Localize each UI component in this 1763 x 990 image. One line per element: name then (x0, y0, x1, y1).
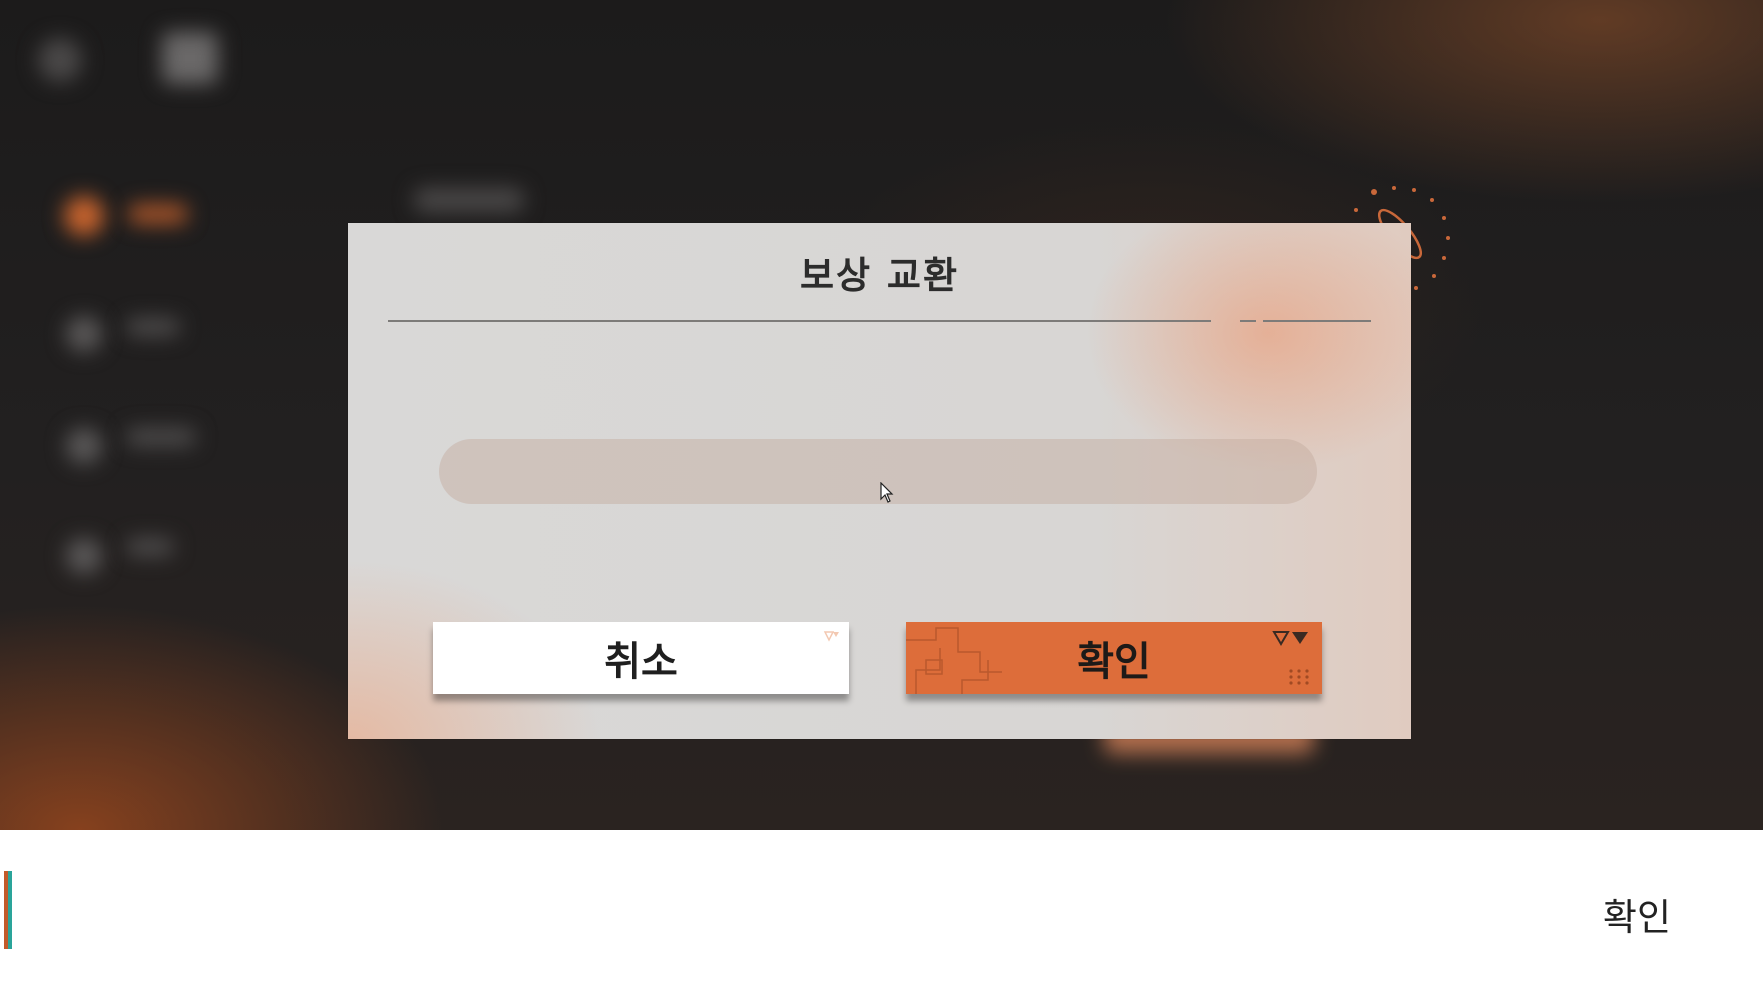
corner-triangle-icon (823, 631, 839, 642)
accent-bar (4, 871, 12, 949)
blurred-menu-icon-3 (66, 428, 102, 464)
corner-triangle-icon (1272, 631, 1308, 646)
blurred-menu-label-1 (128, 204, 188, 224)
mouse-cursor-icon (880, 482, 894, 503)
blurred-menu-label-3 (126, 428, 196, 446)
subtitle-caption: 확인 (1602, 896, 1671, 939)
title-divider-dash (1240, 320, 1256, 322)
blurred-menu-label-2 (126, 318, 180, 336)
title-divider-main (388, 320, 1211, 322)
blurred-menu-label-4 (126, 538, 174, 556)
dot-grid-icon (1289, 669, 1309, 685)
blurred-menu-icon-2 (66, 316, 102, 352)
blurred-menu-icon-1 (64, 196, 104, 236)
dialog-title: 보상 교환 (799, 253, 960, 297)
confirm-button[interactable]: 확인 (906, 622, 1322, 694)
blurred-menu-icon-4 (66, 538, 102, 574)
title-divider-short (1263, 320, 1371, 322)
blurred-home-icon (162, 32, 218, 84)
quantity-track[interactable] (439, 439, 1317, 504)
cancel-button[interactable]: 취소 (433, 622, 849, 694)
game-view: 보상 교환 취소 확인 (0, 0, 1763, 830)
blurred-header-label (414, 188, 524, 212)
subtitle-strip (0, 830, 1763, 990)
blurred-back-icon (38, 38, 82, 82)
cancel-button-label: 취소 (604, 638, 678, 685)
circuit-pattern-icon (906, 627, 1002, 694)
confirm-button-label: 확인 (1077, 638, 1151, 685)
reward-exchange-dialog: 보상 교환 취소 확인 (348, 223, 1411, 739)
